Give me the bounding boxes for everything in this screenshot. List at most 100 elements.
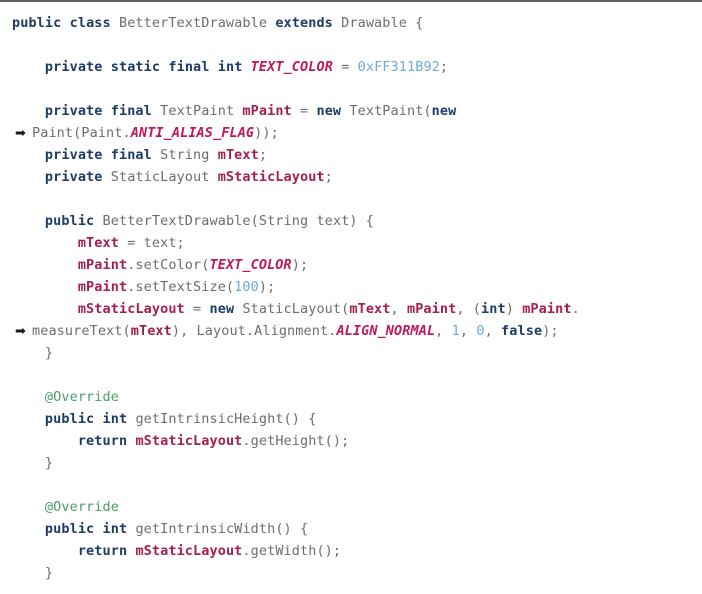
code-line: public int getIntrinsicWidth() {: [0, 518, 702, 540]
code-token-kw: private: [44, 59, 103, 75]
code-line-continuation: ➡ Paint(Paint.ANTI_ALIAS_FLAG));: [0, 122, 702, 144]
code-line: @Override: [0, 496, 702, 518]
code-token-member: mText: [77, 235, 119, 251]
code-token-plain: TextPaint: [151, 103, 243, 119]
code-line: return mStaticLayout.getHeight();: [0, 430, 702, 452]
code-token-kw: int: [102, 411, 128, 427]
code-token-plain: ;: [258, 147, 268, 163]
code-token-kw: final: [110, 147, 152, 163]
code-token-member: mPaint: [406, 301, 457, 317]
code-token-plain: );: [542, 323, 559, 339]
code-token-member: mPaint: [522, 301, 572, 317]
code-token-kw: private: [44, 147, 103, 163]
code-token-num: 0xFF311B92: [357, 59, 440, 75]
code-token-plain: .getWidth();: [242, 543, 342, 559]
code-token-plain: ): [505, 301, 523, 317]
code-token-kw: final: [110, 103, 152, 119]
code-token-kw: return: [77, 433, 128, 449]
code-token-anno: @Override: [44, 499, 119, 515]
code-token-kw: final: [168, 59, 210, 75]
code-line: }: [0, 452, 702, 474]
code-token-plain: = text;: [118, 235, 185, 251]
code-token-kw: public: [12, 15, 62, 31]
code-token-member: mPaint: [77, 279, 128, 295]
code-token-kw: private: [44, 169, 103, 185]
code-token-member: mText: [130, 323, 172, 339]
code-line: return mStaticLayout.getWidth();: [0, 540, 702, 562]
code-line-continuation: ➡ measureText(mText), Layout.Alignment.AL…: [0, 320, 702, 342]
code-token-kw: extends: [275, 15, 333, 31]
code-token-kw: int: [102, 521, 128, 537]
code-line: public int getIntrinsicHeight() {: [0, 408, 702, 430]
code-token-kw: false: [501, 323, 543, 339]
code-token-plain: ,: [435, 323, 452, 339]
code-token-plain: ,: [390, 301, 407, 317]
code-token-num: 1: [451, 323, 460, 339]
code-token-kw: new: [209, 301, 235, 317]
code-token-plain: .getHeight();: [242, 433, 350, 449]
code-token-plain: TextPaint(: [341, 103, 432, 119]
code-line: private static final int TEXT_COLOR = 0x…: [0, 56, 702, 78]
code-token-kw: public: [44, 213, 95, 229]
code-token-plain: }: [44, 455, 54, 471]
code-token-member: mPaint: [77, 257, 128, 273]
code-token-member: mText: [349, 301, 391, 317]
code-token-plain: StaticLayout(: [234, 301, 350, 317]
code-token-plain: BetterTextDrawable: [110, 15, 276, 31]
code-token-plain: ;: [439, 59, 449, 75]
code-token-kw: class: [69, 15, 111, 31]
code-line: mPaint.setColor(TEXT_COLOR);: [0, 254, 702, 276]
code-line: private StaticLayout mStaticLayout;: [0, 166, 702, 188]
code-token-member: mPaint: [242, 103, 292, 119]
code-token-plain: StaticLayout: [102, 169, 218, 185]
code-token-kw: new: [316, 103, 342, 119]
code-token-kw: new: [431, 103, 457, 119]
code-line: }: [0, 342, 702, 364]
code-token-const: ANTI_ALIAS_FLAG: [130, 125, 255, 141]
code-token-plain: String: [151, 147, 218, 163]
code-token-plain: =: [332, 59, 358, 75]
code-token-plain: .setTextSize(: [127, 279, 235, 295]
code-line: private final TextPaint mPaint = new Tex…: [0, 100, 702, 122]
code-line: mPaint.setTextSize(100);: [0, 276, 702, 298]
code-token-member: mStaticLayout: [135, 543, 243, 559]
code-token-plain: getIntrinsicHeight() {: [127, 411, 317, 427]
code-token-num: 100: [234, 279, 259, 295]
line-wrap-arrow-icon: ➡: [15, 126, 26, 141]
code-token-plain: .: [571, 301, 580, 317]
code-token-member: mStaticLayout: [135, 433, 243, 449]
code-token-plain: ), Layout.Alignment.: [171, 323, 337, 339]
code-token-anno: @Override: [44, 389, 119, 405]
code-token-plain: ;: [324, 169, 333, 185]
code-token-member: mStaticLayout: [77, 301, 185, 317]
code-token-plain: }: [44, 345, 54, 361]
code-token-plain: ));: [254, 125, 279, 141]
code-body[interactable]: public class BetterTextDrawable extends …: [0, 2, 702, 584]
code-listing: public class BetterTextDrawable extends …: [0, 0, 702, 594]
code-token-plain: getIntrinsicWidth() {: [127, 521, 309, 537]
code-line: mStaticLayout = new StaticLayout(mText , …: [0, 298, 702, 320]
